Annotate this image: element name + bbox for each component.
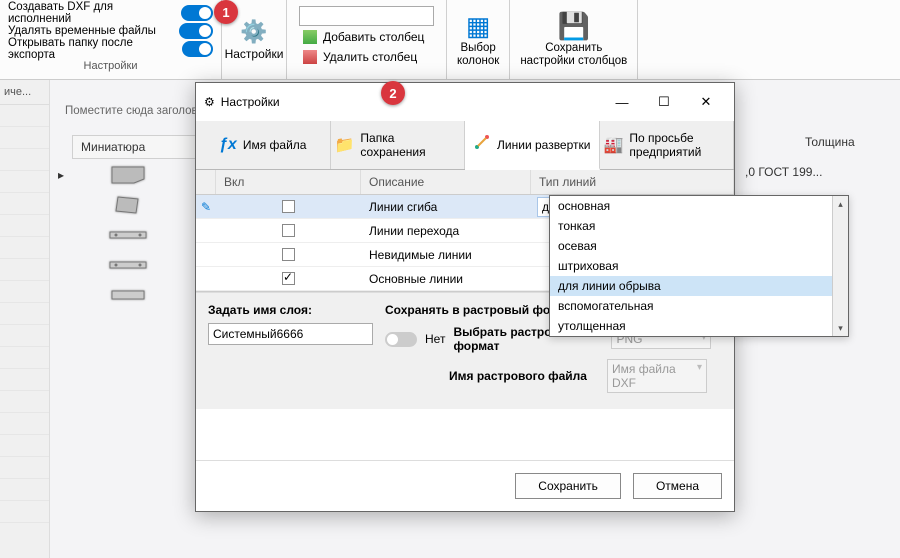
thumbnail — [100, 222, 156, 248]
thumbnail-column-header[interactable]: Миниатюра — [72, 135, 196, 159]
tab-filename[interactable]: ƒx Имя файла — [196, 121, 331, 169]
save-icon: 💾 — [558, 11, 590, 42]
minimize-button[interactable]: — — [602, 89, 642, 115]
tab-strip: ƒx Имя файла 📁 Папка сохранения Линии ра… — [196, 121, 734, 170]
folder-icon: 📁 — [335, 135, 355, 155]
tab-unfold-lines[interactable]: Линии развертки — [465, 121, 600, 170]
dropdown-option[interactable]: штриховая — [550, 256, 848, 276]
dropdown-scrollbar[interactable]: ▴ ▾ — [832, 196, 848, 336]
dialog-title: Настройки — [221, 95, 596, 109]
line-type-dropdown[interactable]: основная тонкая осевая штриховая для лин… — [549, 195, 849, 337]
dropdown-option[interactable]: основная — [550, 196, 848, 216]
group-box-hint: Поместите сюда заголовок — [65, 105, 209, 117]
add-column-icon — [303, 30, 317, 44]
left-panel-header: иче... — [0, 80, 49, 105]
grid-cell-gost: ,0 ГОСТ 199... — [745, 165, 822, 179]
dropdown-option[interactable]: тонкая — [550, 216, 848, 236]
dropdown-option[interactable]: осевая — [550, 236, 848, 256]
delete-column-button[interactable]: Удалить столбец — [299, 48, 434, 66]
row-description: Невидимые линии — [361, 248, 531, 262]
dropdown-option[interactable]: для линии обрыва — [550, 276, 848, 296]
col-header-description[interactable]: Описание — [361, 170, 531, 194]
row-description: Линии перехода — [361, 224, 531, 238]
add-column-button[interactable]: Добавить столбец — [299, 28, 434, 46]
toggle-open[interactable] — [182, 41, 213, 57]
edit-icon: ✎ — [196, 200, 216, 214]
callout-badge-1: 1 — [214, 0, 238, 24]
dropdown-option[interactable]: вспомогательная — [550, 296, 848, 316]
raster-filename-select: Имя файла DXF — [607, 359, 707, 393]
column-combo[interactable] — [299, 6, 434, 26]
row-checkbox[interactable] — [282, 272, 295, 285]
scroll-up-icon[interactable]: ▴ — [833, 196, 848, 212]
row-checkbox[interactable] — [282, 248, 295, 261]
thumbnail — [100, 162, 156, 188]
cancel-button[interactable]: Отмена — [633, 473, 722, 499]
maximize-button[interactable]: ☐ — [644, 89, 684, 115]
row-checkbox[interactable] — [282, 224, 295, 237]
col-header-enabled[interactable]: Вкл — [216, 170, 361, 194]
gear-icon: ⚙ — [204, 95, 215, 109]
left-panel: иче... — [0, 80, 50, 558]
dialog-titlebar[interactable]: ⚙ Настройки — ☐ ✕ — [196, 83, 734, 121]
row-description: Линии сгиба — [361, 200, 531, 214]
thumbnail — [100, 192, 156, 218]
thumbnail — [100, 282, 156, 308]
tab-save-folder[interactable]: 📁 Папка сохранения — [331, 121, 466, 169]
row-checkbox[interactable] — [282, 200, 295, 213]
toggle-dxf[interactable] — [181, 5, 213, 21]
close-button[interactable]: ✕ — [686, 89, 726, 115]
toggle-open-label: Открывать папку после экспорта — [8, 37, 170, 61]
thumbnail — [100, 252, 156, 278]
save-columns-button[interactable]: 💾 Сохранить настройки столбцов — [510, 0, 638, 79]
raster-filename-label: Имя растрового файла — [449, 369, 599, 383]
table-icon: ▦ — [466, 11, 491, 42]
delete-column-icon — [303, 50, 317, 64]
callout-badge-2: 2 — [381, 81, 405, 105]
choose-columns-button[interactable]: ▦ Выбор колонок — [447, 0, 510, 79]
tab-enterprise[interactable]: 🏭 По просьбе предприятий — [600, 121, 735, 169]
thickness-column-header[interactable]: Толщина — [805, 135, 855, 149]
raster-toggle-state: Нет — [425, 332, 445, 346]
ribbon: Создавать DXF для исполнений Удалять вре… — [0, 0, 900, 80]
toggle-delete[interactable] — [179, 23, 213, 39]
row-description: Основные линии — [361, 272, 531, 286]
save-button[interactable]: Сохранить — [515, 473, 621, 499]
unfold-icon — [473, 133, 491, 156]
col-header-linetype[interactable]: Тип линий — [531, 170, 734, 194]
row-indicator: ▸ — [58, 168, 64, 182]
dropdown-option[interactable]: утолщенная — [550, 316, 848, 336]
fx-icon: ƒx — [219, 136, 237, 154]
dialog-footer: Сохранить Отмена — [196, 460, 734, 511]
layer-name-label: Задать имя слоя: — [208, 303, 373, 317]
layer-name-input[interactable] — [208, 323, 373, 345]
factory-icon: 🏭 — [604, 135, 624, 155]
scroll-down-icon[interactable]: ▾ — [833, 320, 848, 336]
gear-icon: ⚙️ — [240, 19, 267, 45]
raster-toggle[interactable] — [385, 332, 417, 347]
toggle-delete-label: Удалять временные файлы — [8, 25, 156, 37]
